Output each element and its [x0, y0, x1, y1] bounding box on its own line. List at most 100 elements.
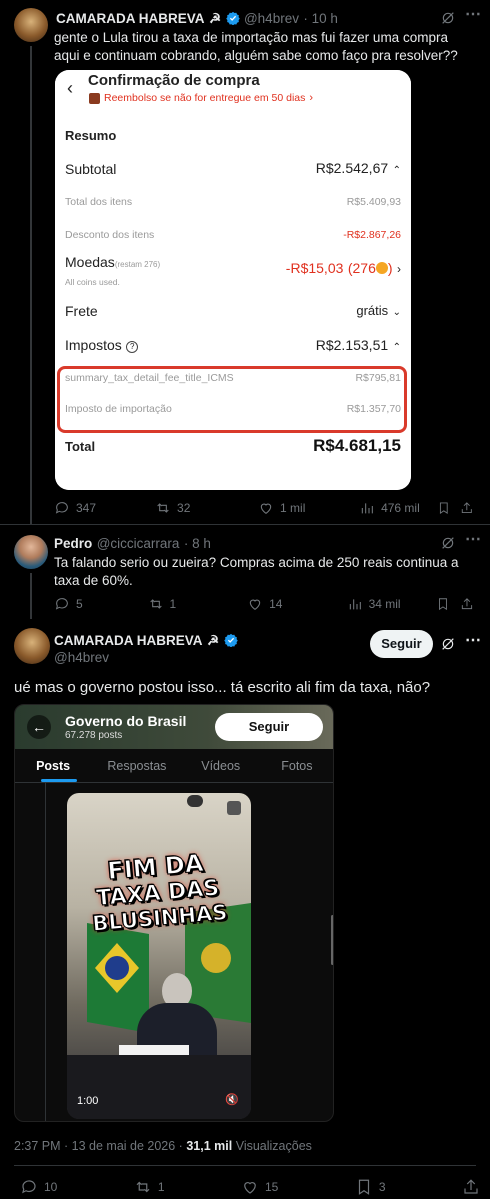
- share-icon[interactable]: [460, 597, 474, 611]
- resumo-label: Resumo: [65, 128, 117, 143]
- more-options-icon[interactable]: ⋯: [465, 529, 481, 549]
- help-circle-icon[interactable]: ?: [126, 341, 139, 353]
- verified-badge-icon: [225, 11, 240, 25]
- bookmark-icon[interactable]: [436, 597, 450, 611]
- share-icon[interactable]: [460, 501, 474, 515]
- author-name[interactable]: CAMARADA HABREVA: [56, 11, 205, 26]
- chevron-up-icon: ⌃: [392, 342, 401, 353]
- views-chart-icon: [361, 503, 373, 514]
- grok-icon[interactable]: [440, 636, 456, 652]
- total-itens-value: R$5.409,93: [346, 196, 401, 208]
- frete-label: Frete: [65, 303, 98, 319]
- like-count: 1 mil: [280, 501, 306, 515]
- tweet-1[interactable]: CAMARADA HABREVA ☭ @h4brev · 10 h ⋯ gent…: [0, 0, 490, 525]
- like-count: 15: [264, 1180, 279, 1194]
- mute-icon[interactable]: 🔇: [225, 1093, 239, 1106]
- tab-fotos[interactable]: Fotos: [259, 749, 333, 782]
- tweet-text: gente o Lula tirou a taxa de importação …: [54, 30, 458, 63]
- subtotal-toggle[interactable]: R$2.542,67 ⌃: [316, 160, 401, 178]
- subtotal-label: Subtotal: [65, 161, 117, 177]
- tab-respostas[interactable]: Respostas: [91, 749, 182, 782]
- views-button[interactable]: 34 mil: [347, 596, 437, 612]
- receipt-title: Confirmação de compra: [88, 72, 260, 89]
- impostos-value: R$2.153,51: [315, 337, 389, 353]
- author-name[interactable]: CAMARADA HABREVA: [54, 633, 203, 648]
- divider: [14, 1165, 476, 1166]
- more-options-icon[interactable]: ⋯: [465, 4, 481, 24]
- back-chevron-icon: ‹: [67, 78, 73, 98]
- avatar[interactable]: [14, 535, 48, 569]
- impostos-toggle[interactable]: R$2.153,51 ⌃: [316, 337, 401, 355]
- package-icon: [89, 92, 100, 104]
- like-button[interactable]: 15: [241, 1178, 278, 1196]
- desk: [67, 1055, 251, 1119]
- tweet-2[interactable]: Pedro @ciccicarrara · 8 h ⋯ Ta falando s…: [0, 525, 490, 620]
- frete-toggle[interactable]: grátis ⌄: [356, 302, 401, 320]
- avatar[interactable]: [14, 628, 50, 664]
- summary-card: Resumo Subtotal R$2.542,67 ⌃ Total dos i…: [55, 116, 411, 490]
- purchase-receipt-image[interactable]: ‹ Confirmação de compra Reembolso se não…: [55, 70, 411, 490]
- scrollbar[interactable]: [331, 915, 333, 965]
- total-label: Total: [65, 438, 96, 454]
- repost-count: 1: [157, 1180, 165, 1194]
- paren-close: ): [387, 260, 393, 276]
- repost-button[interactable]: 32: [155, 500, 258, 516]
- government-profile-screenshot[interactable]: ← Governo do Brasil 67.278 posts Seguir …: [14, 704, 334, 1122]
- video-thumbnail[interactable]: FIM DA TAXA DAS BLUSINHAS 1:00 🔇: [67, 793, 251, 1119]
- total-value: R$4.681,15: [313, 436, 401, 455]
- chevron-up-icon: ⌃: [392, 165, 401, 176]
- author-handle[interactable]: @h4brev: [54, 650, 109, 665]
- views-label: Visualizações: [235, 1139, 312, 1153]
- repost-button[interactable]: 1: [134, 1178, 165, 1196]
- reply-icon: [55, 598, 68, 610]
- back-arrow-icon[interactable]: ←: [27, 715, 51, 739]
- reply-button[interactable]: 10: [20, 1178, 57, 1196]
- desconto-value: -R$2.867,26: [343, 229, 401, 241]
- author-handle[interactable]: @h4brev: [244, 11, 299, 26]
- moedas-value: -R$15,03: [285, 260, 344, 276]
- gov-follow-button[interactable]: Seguir: [215, 713, 323, 741]
- like-button[interactable]: 14: [247, 596, 347, 612]
- reply-button[interactable]: 5: [54, 596, 148, 612]
- moedas-sub: All coins used.: [65, 277, 120, 287]
- grok-icon[interactable]: [440, 535, 456, 551]
- profile-tabs: Posts Respostas Vídeos Fotos: [15, 749, 333, 783]
- tab-posts[interactable]: Posts: [15, 749, 91, 782]
- repost-button[interactable]: 1: [148, 596, 248, 612]
- bookmark-button[interactable]: 3: [355, 1178, 386, 1196]
- tweet-actions: 10 1 15 3: [20, 1178, 480, 1196]
- refund-note: Reembolso se não for entregue em 50 dias: [104, 92, 306, 104]
- subtotal-value: R$2.542,67: [315, 160, 389, 176]
- repost-icon: [149, 599, 162, 609]
- bookmark-icon[interactable]: [437, 501, 451, 515]
- reply-icon: [22, 1180, 36, 1194]
- author-name[interactable]: Pedro: [54, 536, 92, 551]
- repost-count: 32: [177, 501, 191, 515]
- impostos-label: Impostos: [65, 337, 122, 353]
- video-duration: 1:00: [77, 1095, 99, 1107]
- coin-icon: [375, 262, 388, 274]
- tab-label: Posts: [36, 759, 71, 773]
- follow-button[interactable]: Seguir: [370, 630, 433, 658]
- share-icon[interactable]: [462, 1178, 480, 1196]
- avatar[interactable]: [14, 8, 48, 42]
- views-button[interactable]: 476 mil: [359, 500, 437, 516]
- tweet-time[interactable]: · 10 h: [303, 11, 338, 26]
- repost-count: 1: [169, 597, 177, 611]
- views-count: 34 mil: [368, 597, 401, 611]
- profile-header: ← Governo do Brasil 67.278 posts Seguir: [15, 705, 333, 749]
- reply-button[interactable]: 347: [54, 500, 155, 516]
- moedas-toggle[interactable]: -R$15,03 (276) ›: [286, 260, 401, 278]
- more-options-icon[interactable]: ⋯: [465, 630, 481, 650]
- overlay-text-box: FIM DA TAXA DAS BLUSINHAS: [69, 846, 250, 971]
- tab-videos[interactable]: Vídeos: [183, 749, 259, 782]
- timestamp[interactable]: 2:37 PM · 13 de mai de 2026 ·: [14, 1139, 183, 1153]
- grok-icon[interactable]: [440, 10, 456, 26]
- tweet-actions: 347 32 1 mil 476 mil: [54, 500, 474, 516]
- chevron-right-icon: ›: [397, 262, 401, 276]
- like-button[interactable]: 1 mil: [258, 500, 359, 516]
- reply-count: 347: [76, 501, 97, 515]
- bookmark-count: 3: [378, 1180, 386, 1194]
- tweet-time[interactable]: · 8 h: [184, 536, 211, 551]
- author-handle[interactable]: @ciccicarrara: [97, 536, 180, 551]
